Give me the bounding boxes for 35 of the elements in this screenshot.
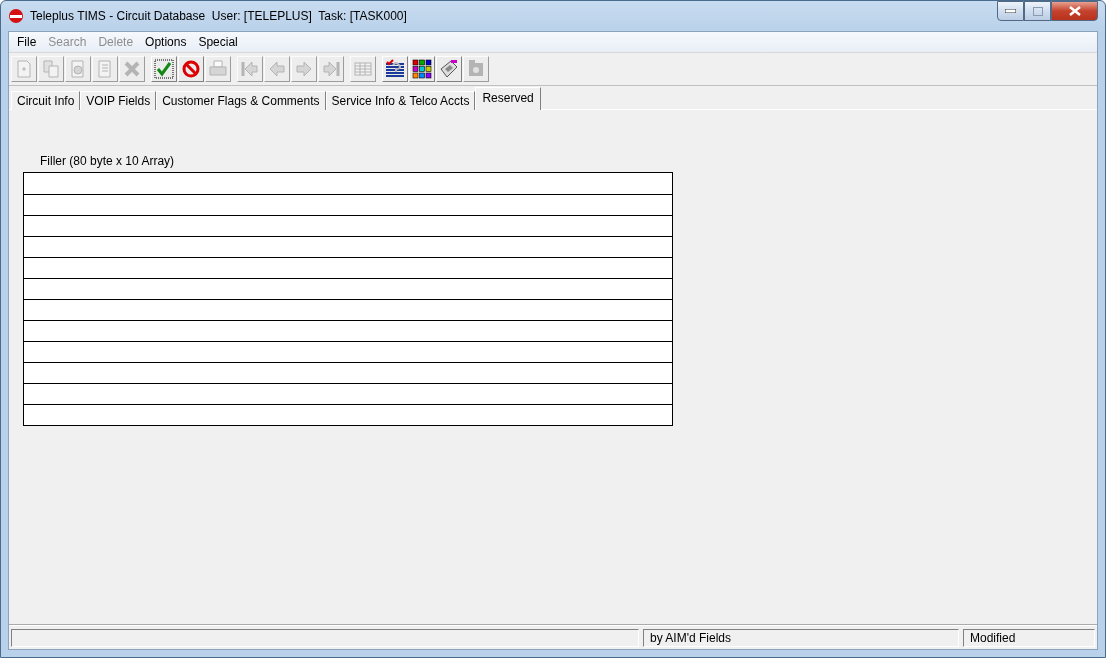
- close-icon: [1068, 6, 1081, 16]
- grid-icon: [412, 59, 432, 79]
- toolbar-button[interactable]: [436, 56, 462, 82]
- menu-item[interactable]: Options: [139, 35, 193, 49]
- first-icon: [240, 59, 260, 79]
- cancel-icon: [181, 59, 201, 79]
- tab[interactable]: Service Info & Telco Accts: [325, 91, 476, 110]
- toolbar-button[interactable]: [382, 56, 408, 82]
- menu-item[interactable]: File: [11, 35, 43, 49]
- copy-icon: [41, 59, 61, 79]
- status-edit-state: Modified: [963, 629, 1095, 647]
- tab[interactable]: VOIP Fields: [80, 91, 157, 110]
- menu-item[interactable]: Special: [192, 35, 244, 49]
- toolbar-button[interactable]: [409, 56, 435, 82]
- new-icon: [14, 59, 34, 79]
- save-icon: [154, 59, 174, 79]
- delete-icon: [122, 59, 142, 79]
- maximize-button[interactable]: [1024, 1, 1051, 21]
- next-icon: [294, 59, 314, 79]
- table-icon: [353, 59, 373, 79]
- prev-icon: [267, 59, 287, 79]
- maximize-icon: [1032, 6, 1043, 16]
- minimize-button[interactable]: [997, 1, 1024, 21]
- tab[interactable]: Circuit Info: [11, 91, 81, 110]
- last-icon: [321, 59, 341, 79]
- window-title: Teleplus TIMS - Circuit Database User: [TELEPLUS] Task: [TASK000]: [30, 9, 407, 23]
- minimize-icon: [1005, 9, 1016, 13]
- tab[interactable]: Customer Flags & Comments: [156, 91, 326, 110]
- print-icon: [208, 59, 228, 79]
- tab[interactable]: Reserved: [475, 87, 541, 110]
- close-button[interactable]: [1051, 1, 1098, 21]
- status-field-source: by AIM'd Fields: [643, 629, 959, 647]
- help-icon: [385, 59, 405, 79]
- filler-label: Filler (80 byte x 10 Array): [39, 154, 176, 168]
- app-logo-icon: [8, 8, 24, 24]
